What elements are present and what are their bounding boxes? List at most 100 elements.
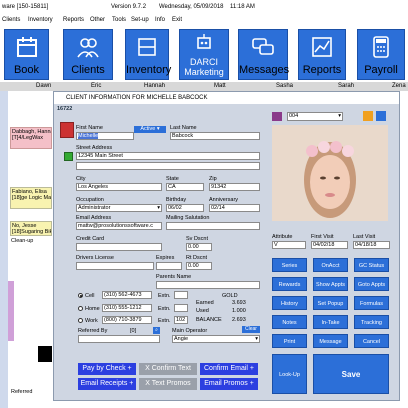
referred-lookup-icon[interactable]: ⌕ <box>153 327 160 334</box>
reports-button[interactable]: Reports <box>298 29 346 80</box>
appointment[interactable]: Clean-up <box>10 237 52 246</box>
gold-label: GOLD <box>222 293 238 299</box>
parents-field[interactable] <box>156 281 260 289</box>
sv-discount-label: Sv Dscnt <box>186 236 209 242</box>
expires-field[interactable] <box>156 262 182 270</box>
book-button[interactable]: Book <box>4 29 49 80</box>
goto-appts-button[interactable]: Goto Appts <box>354 277 389 291</box>
last-visit-field[interactable]: 04/18/18 <box>353 241 390 249</box>
cancel-button[interactable]: Cancel <box>354 334 389 348</box>
rewards-button[interactable]: Rewards <box>272 277 307 291</box>
clients-button[interactable]: Clients <box>63 29 113 80</box>
salutation-field[interactable] <box>166 222 260 230</box>
column-dawn[interactable]: Dawn <box>36 82 51 91</box>
menu-info[interactable]: Info <box>155 14 165 26</box>
messages-button[interactable]: Messages <box>238 29 289 80</box>
operator-select[interactable]: Angie ▾ <box>172 335 260 343</box>
birthday-field[interactable]: 06/02 <box>166 204 204 212</box>
message-button[interactable]: Message <box>313 334 348 348</box>
darci-marketing-button[interactable]: DARCI Marketing <box>179 29 229 80</box>
calendar-icon <box>16 37 37 57</box>
column-sarah[interactable]: Sarah <box>338 82 354 91</box>
email-label: Email Address <box>76 215 112 221</box>
appointment[interactable]: No, Jesse [18]Sugaring Bik <box>10 221 52 236</box>
rt-discount-field[interactable]: 0.00 <box>186 262 212 270</box>
cell-radio[interactable] <box>78 293 83 298</box>
street-field-2[interactable] <box>76 162 260 170</box>
cell-field[interactable]: (310) 562-4673 <box>102 291 152 299</box>
work-field[interactable]: (800) 710-3879 <box>102 316 152 324</box>
work-ext-field[interactable]: 102 <box>174 316 188 324</box>
referred-field[interactable] <box>78 335 160 343</box>
gc-status-button[interactable]: GC Status <box>354 258 389 272</box>
series-button[interactable]: Series <box>272 258 307 272</box>
notes-button[interactable]: Notes <box>272 315 307 329</box>
menu-setup[interactable]: Set-up <box>131 14 149 26</box>
state-field[interactable]: CA <box>166 183 204 191</box>
last-name-field[interactable]: Babcock <box>170 132 260 140</box>
city-field[interactable]: Los Angeles <box>76 183 162 191</box>
text-promos-button[interactable]: X Text Promos <box>139 378 197 390</box>
cell-ext-field[interactable] <box>174 291 188 299</box>
appointment[interactable]: Dabbagh, Hanna [T]4/LegWax <box>10 127 52 149</box>
history-button[interactable]: History <box>272 296 307 310</box>
onacct-button[interactable]: OnAcct <box>313 258 348 272</box>
schedule-grid: Dabbagh, Hanna [T]4/LegWax Fabiano, Elis… <box>0 91 52 408</box>
clear-button[interactable]: Clear <box>242 326 260 333</box>
street-field[interactable]: 12345 Main Street <box>76 152 260 160</box>
inventory-button[interactable]: Inventory <box>125 29 171 80</box>
work-radio[interactable] <box>78 318 83 323</box>
first-name-field[interactable]: Michelle <box>76 132 134 140</box>
last-name-label: Last Name <box>170 125 197 131</box>
column-eric[interactable]: Eric <box>91 82 101 91</box>
set-popup-button[interactable]: Set Popup <box>313 296 348 310</box>
version-text: Version 9.7.2 <box>111 4 147 10</box>
print-button[interactable]: Print <box>272 334 307 348</box>
toolbar: Book Clients Inventory DARCI Marketing M… <box>0 26 408 82</box>
column-zena[interactable]: Zena <box>392 82 406 91</box>
zip-field[interactable]: 91342 <box>209 183 260 191</box>
in-take-button[interactable]: In-Take <box>313 315 348 329</box>
save-button[interactable]: Save <box>313 354 389 394</box>
column-sasha[interactable]: Sasha <box>276 82 293 91</box>
appointment[interactable]: Fabiano, Elisa [18]ge Logic Ma <box>10 187 52 209</box>
menu-exit[interactable]: Exit <box>172 14 182 26</box>
license-field[interactable] <box>76 262 154 270</box>
show-appts-button[interactable]: Show Appts <box>313 277 348 291</box>
lookup-button[interactable]: Look-Up <box>272 354 307 394</box>
menu-other[interactable]: Other <box>90 14 105 26</box>
email-promos-button[interactable]: Email Promos + <box>200 378 258 390</box>
menu-clients[interactable]: Clients <box>2 14 20 26</box>
pay-by-check-button[interactable]: Pay by Check + <box>78 363 136 375</box>
email-receipts-button[interactable]: Email Receipts + <box>78 378 136 390</box>
menu-tools[interactable]: Tools <box>112 14 126 26</box>
category-select[interactable]: 004 ▾ <box>287 112 343 121</box>
camera-icon[interactable] <box>376 111 386 121</box>
sv-discount-field[interactable]: 0.00 <box>186 243 212 251</box>
home-field[interactable]: (310) 555-1212 <box>102 304 152 312</box>
anniversary-field[interactable]: 02/14 <box>209 204 260 212</box>
first-visit-field[interactable]: 04/02/18 <box>311 241 348 249</box>
email-field[interactable]: mattw@prosolutionssoftware.c <box>76 222 162 230</box>
lightning-icon[interactable] <box>363 111 373 121</box>
home-ext-field[interactable] <box>174 304 188 312</box>
confirm-email-button[interactable]: Confirm Email + <box>200 363 258 375</box>
payroll-button[interactable]: Payroll <box>357 29 405 80</box>
chat-icon <box>252 38 274 55</box>
tracking-button[interactable]: Tracking <box>354 315 389 329</box>
client-card-icon[interactable] <box>60 122 74 138</box>
profile-icon[interactable] <box>272 112 282 121</box>
appointment[interactable]: Referred <box>10 388 52 397</box>
home-radio[interactable] <box>78 306 83 311</box>
occupation-field[interactable]: Administrator ▾ <box>76 204 162 212</box>
credit-card-field[interactable] <box>76 243 162 251</box>
column-hannah[interactable]: Hannah <box>144 82 165 91</box>
attribute-field[interactable]: V <box>272 241 306 249</box>
column-matt[interactable]: Matt <box>214 82 226 91</box>
formulas-button[interactable]: Formulas <box>354 296 389 310</box>
map-icon[interactable] <box>64 152 73 161</box>
menu-inventory[interactable]: Inventory <box>28 14 53 26</box>
menu-reports[interactable]: Reports <box>63 14 84 26</box>
status-badge[interactable]: Active ▾ <box>134 126 166 133</box>
confirm-text-button[interactable]: X Confirm Text <box>139 363 197 375</box>
